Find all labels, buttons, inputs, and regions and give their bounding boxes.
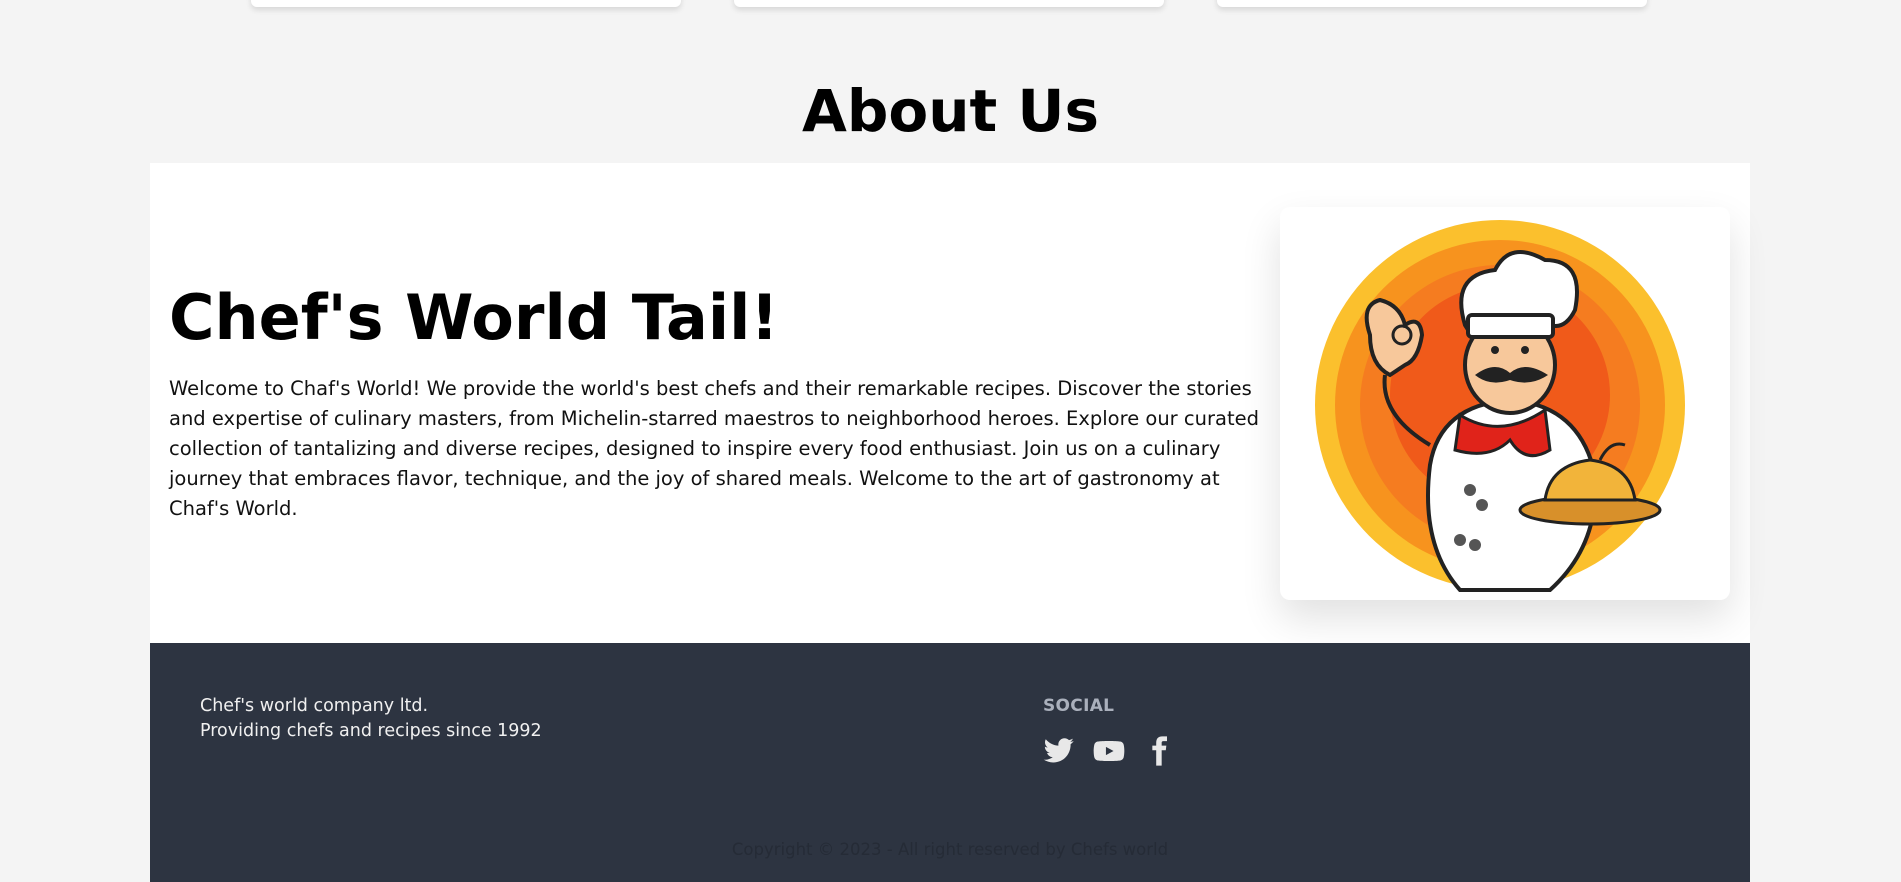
about-section: Chef's World Tail! Welcome to Chaf's Wor… bbox=[150, 163, 1750, 643]
youtube-icon[interactable] bbox=[1093, 735, 1125, 767]
partial-card-1 bbox=[251, 0, 681, 7]
social-links bbox=[1043, 735, 1175, 767]
about-heading: Chef's World Tail! bbox=[169, 281, 779, 354]
social-heading: SOCIAL bbox=[1043, 696, 1115, 716]
company-tagline: Providing chefs and recipes since 1992 bbox=[200, 721, 542, 741]
about-us-title: About Us bbox=[801, 77, 1100, 145]
company-name: Chef's world company ltd. bbox=[200, 696, 429, 716]
copyright-text: Copyright © 2023 - All right reserved by… bbox=[731, 840, 1169, 859]
partial-card-2 bbox=[734, 0, 1164, 7]
company-info: Chef's world company ltd. Providing chef… bbox=[200, 694, 542, 744]
twitter-icon[interactable] bbox=[1043, 735, 1075, 767]
footer: Chef's world company ltd. Providing chef… bbox=[150, 643, 1750, 882]
chef-mascot-illustration bbox=[1315, 220, 1685, 592]
facebook-icon[interactable] bbox=[1143, 735, 1175, 767]
about-description: Welcome to Chaf's World! We provide the … bbox=[169, 377, 1259, 520]
chef-image-card bbox=[1280, 207, 1730, 600]
partial-card-3 bbox=[1217, 0, 1647, 7]
